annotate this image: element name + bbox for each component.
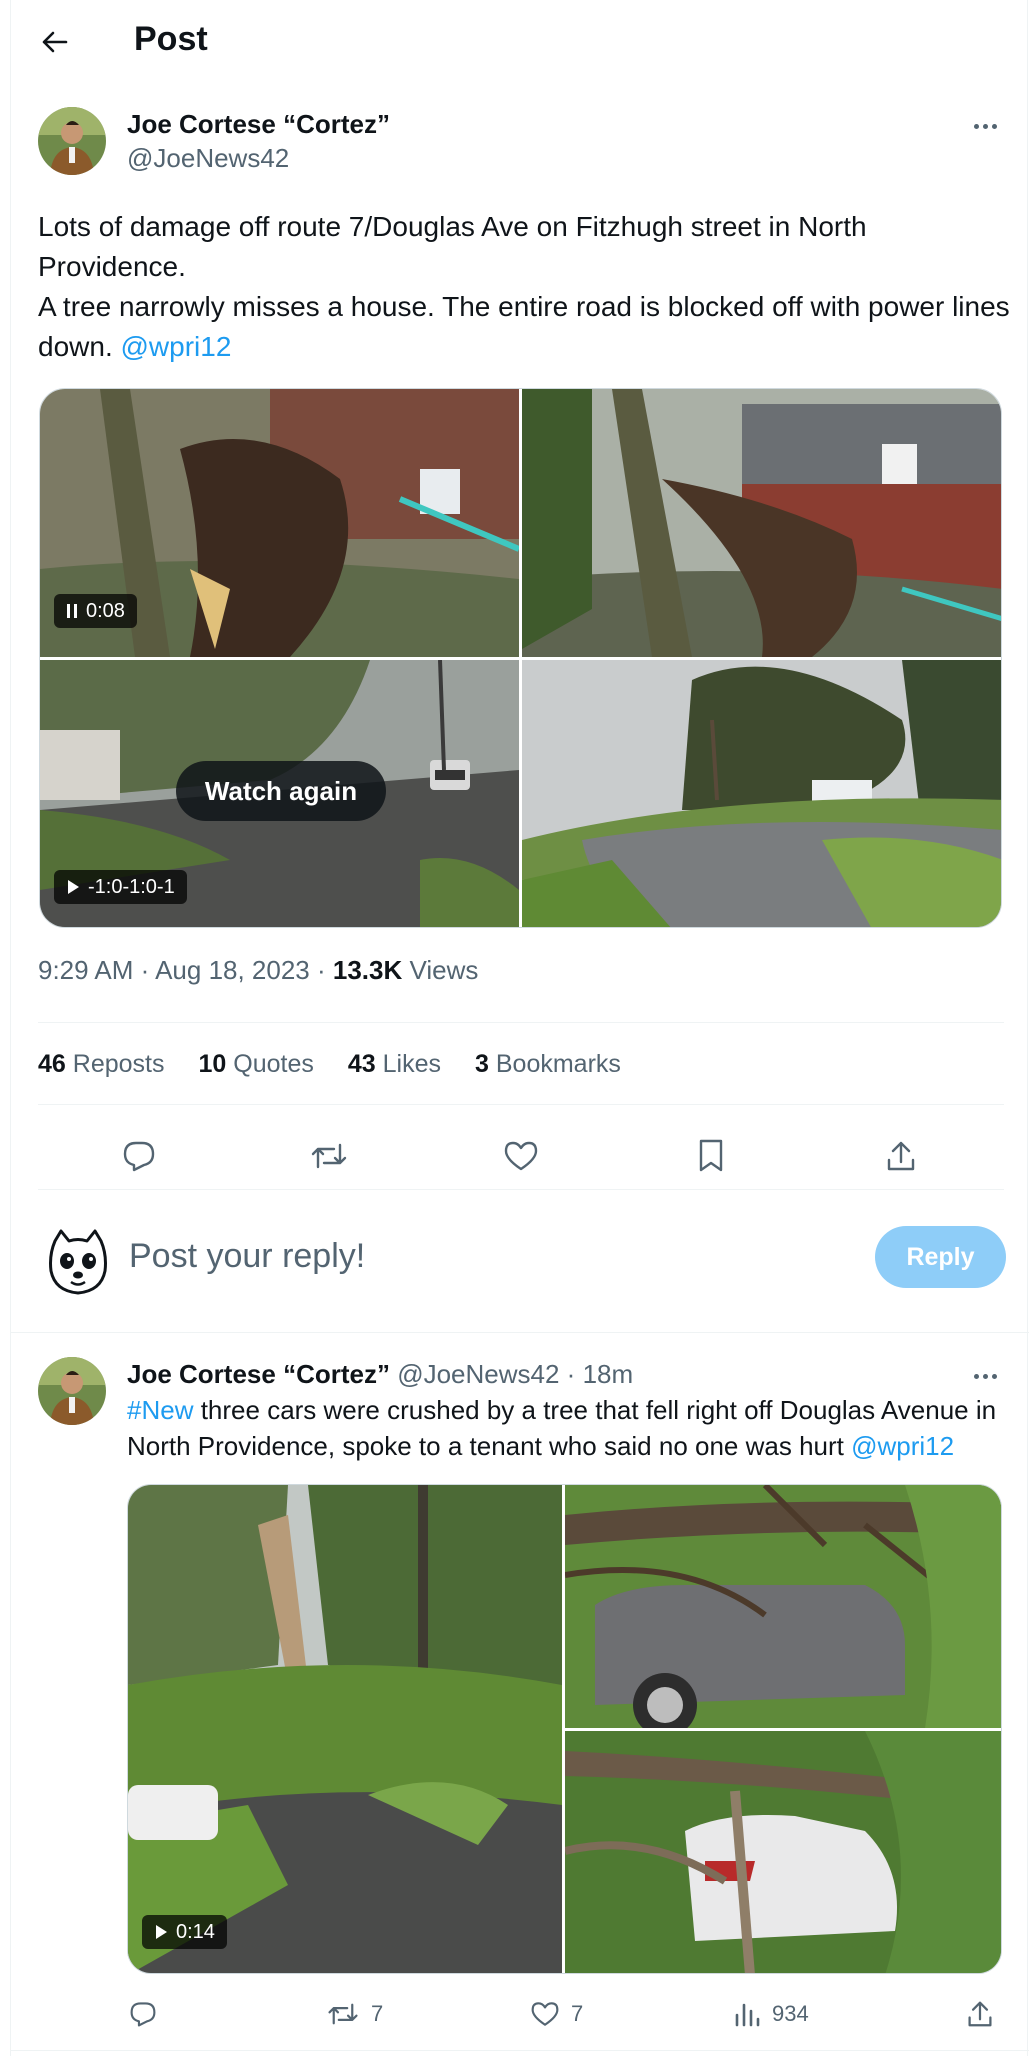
post-text: Lots of damage off route 7/Douglas Ave o… [38, 207, 1013, 367]
stat-quotes[interactable]: 10 Quotes [198, 1050, 313, 1079]
hashtag-link[interactable]: #New [127, 1395, 193, 1425]
post-text: #New three cars were crushed by a tree t… [127, 1392, 1017, 1464]
views-button[interactable]: 934 [734, 1992, 809, 2036]
post-time[interactable]: 9:29 AM [38, 955, 133, 985]
media-grid: 0:08 Watch again -1:0-1:0-1 [39, 388, 1002, 928]
play-icon [68, 880, 79, 894]
bookmark-button[interactable] [689, 1134, 733, 1178]
user-avatar[interactable] [43, 1227, 113, 1297]
like-icon [504, 1141, 538, 1171]
divider [11, 2050, 1029, 2051]
video-time-badge-2: -1:0-1:0-1 [54, 870, 187, 904]
reply-icon [130, 2002, 156, 2027]
stat-likes[interactable]: 43 Likes [348, 1050, 441, 1079]
post-detail-page: Post Joe Cortese “Cortez” @JoeNews42 Lot… [10, 0, 1029, 2056]
repost-button[interactable] [307, 1134, 351, 1178]
video-time-badge: 0:08 [54, 594, 137, 628]
post-date[interactable]: Aug 18, 2023 [155, 955, 310, 985]
video-time: -1:0-1:0-1 [88, 875, 175, 898]
media-photo-3[interactable] [565, 1731, 1001, 1973]
divider [11, 1332, 1029, 1333]
video-time: 0:08 [86, 599, 125, 622]
repost-icon [311, 1143, 347, 1169]
video-time: 0:14 [176, 1920, 215, 1943]
post-age[interactable]: 18m [583, 1359, 634, 1389]
post-actions: 7 7 934 [127, 1992, 1017, 2036]
like-count: 7 [571, 2001, 584, 2026]
author-name[interactable]: Joe Cortese “Cortez” [127, 109, 390, 140]
repost-count: 7 [371, 2001, 384, 2026]
mention-link[interactable]: @wpri12 [851, 1431, 954, 1461]
divider [38, 1189, 1004, 1190]
back-button[interactable] [35, 22, 75, 62]
media-grid: 0:14 [127, 1484, 1002, 1974]
views-count: 934 [772, 2001, 809, 2026]
author-name[interactable]: Joe Cortese “Cortez” [127, 1359, 390, 1389]
reply-icon [123, 1141, 155, 1172]
more-options-button[interactable] [967, 108, 1003, 144]
mention-link[interactable]: @wpri12 [121, 331, 232, 362]
reply-input[interactable]: Post your reply! [129, 1237, 365, 1276]
share-button[interactable] [967, 1992, 993, 2036]
stat-bookmarks[interactable]: 3 Bookmarks [475, 1050, 621, 1079]
page-header: Post [11, 0, 1029, 84]
repost-icon [328, 2003, 358, 2025]
page-title: Post [134, 20, 208, 58]
reply-button[interactable] [117, 1134, 161, 1178]
back-arrow-icon [42, 31, 68, 53]
repost-button[interactable]: 7 [327, 1992, 383, 2036]
media-photo-4[interactable] [522, 660, 1001, 927]
share-icon [968, 2001, 992, 2027]
watch-again-button[interactable]: Watch again [176, 761, 386, 821]
author-handle[interactable]: @JoeNews42 [127, 143, 289, 174]
views-count: 13.3K [332, 955, 403, 985]
play-icon [156, 1925, 167, 1939]
post-meta: 9:29 AM · Aug 18, 2023 · 13.3K Views [38, 955, 479, 985]
like-icon [531, 2002, 559, 2026]
reply-submit-button[interactable]: Reply [875, 1226, 1006, 1288]
author-avatar[interactable] [38, 107, 106, 175]
video-time-badge: 0:14 [142, 1915, 227, 1949]
post-header: Joe Cortese “Cortez” @JoeNews42 · 18m [127, 1359, 633, 1390]
author-avatar[interactable] [38, 1357, 106, 1425]
views-icon [735, 2003, 760, 2027]
media-photo-2[interactable] [522, 389, 1001, 657]
more-options-button[interactable] [967, 1358, 1003, 1394]
reply-button[interactable] [129, 1992, 157, 2036]
divider [38, 1104, 1004, 1105]
divider [38, 1022, 1004, 1023]
media-video[interactable]: 0:14 [128, 1485, 562, 1973]
like-button[interactable]: 7 [531, 1992, 583, 2036]
views-label: Views [409, 955, 479, 985]
media-video-2[interactable]: Watch again -1:0-1:0-1 [40, 660, 519, 927]
author-handle[interactable]: @JoeNews42 [397, 1359, 559, 1389]
more-icon [973, 1373, 979, 1379]
share-button[interactable] [879, 1134, 923, 1178]
pause-icon [67, 604, 77, 618]
media-photo-2[interactable] [565, 1485, 1001, 1728]
stat-reposts[interactable]: 46 Reposts [38, 1050, 164, 1079]
like-button[interactable] [499, 1134, 543, 1178]
media-video-1[interactable]: 0:08 [40, 389, 519, 657]
bookmark-icon [699, 1139, 723, 1172]
share-icon [887, 1141, 915, 1171]
post-stats: 46 Reposts 10 Quotes 43 Likes 3 Bookmark… [38, 1050, 621, 1079]
separator: · [559, 1359, 583, 1389]
more-icon [973, 123, 979, 129]
